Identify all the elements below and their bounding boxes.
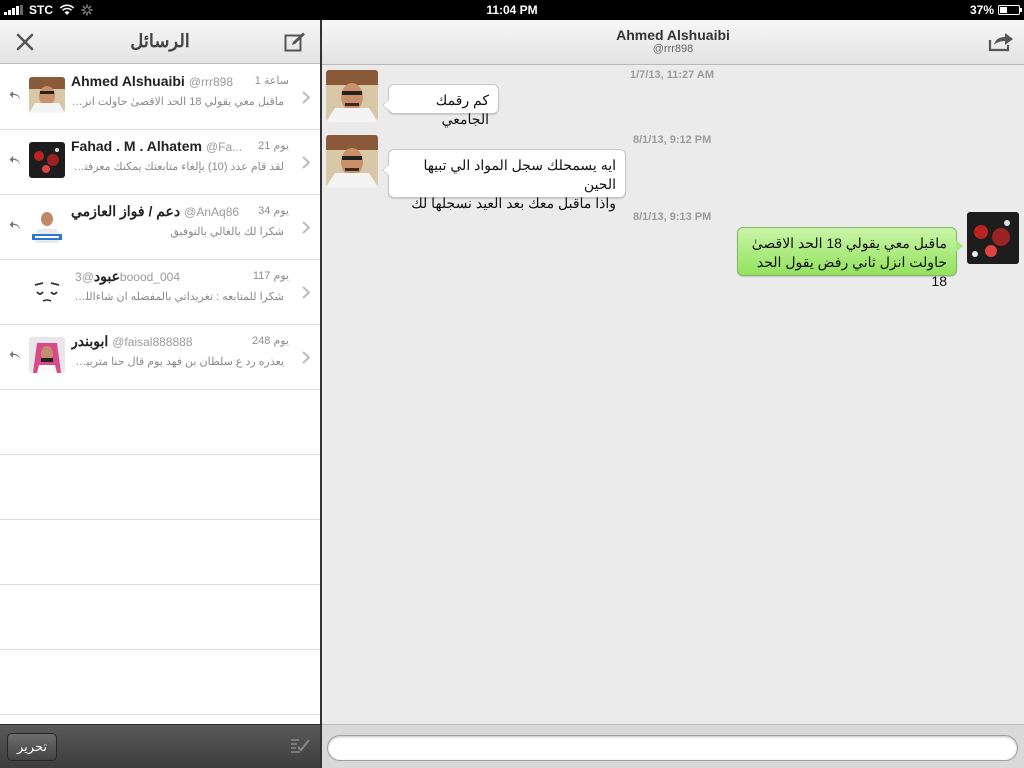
- conversation-snippet: ماقبل معي يقولي 18 الحد الاقصىٰ حاولت ان…: [71, 96, 284, 108]
- chevron-right-icon: [302, 286, 310, 299]
- conversation-time: 248 يوم: [252, 335, 289, 347]
- conversation-title: Ahmed Alshuaibi: [616, 27, 730, 43]
- avatar: [29, 272, 65, 308]
- contact-name: عبود: [93, 268, 120, 284]
- mark-all-read-icon[interactable]: [290, 737, 310, 755]
- chevron-right-icon: [302, 351, 310, 364]
- messages-sidebar: الرسائل Ahmed Alshuaibi @rrr898 1 ساعة ما…: [0, 20, 320, 768]
- message-bubble-incoming[interactable]: ايه يسمحلك سجل المواد الي تبيها الحين وا…: [382, 149, 626, 211]
- battery-fill: [1000, 7, 1007, 13]
- reply-icon: [9, 91, 20, 100]
- compose-bar: [322, 724, 1024, 768]
- contact-handle: @faisal888888: [112, 335, 193, 349]
- reply-icon: [9, 351, 20, 360]
- conversation-snippet: لقد قام عدد (10) بإلغاء متابعتك يمكنك مع…: [71, 161, 284, 173]
- message-timestamp: 1/7/13, 11:27 AM: [630, 69, 714, 81]
- message-bubble-outgoing[interactable]: ماقبل معي يقولي 18 الحد الاقصىٰ حاولت ان…: [737, 227, 963, 289]
- status-time: 11:04 PM: [486, 3, 538, 17]
- sidebar-title: الرسائل: [130, 31, 190, 51]
- message-timestamp: 8/1/13, 9:13 PM: [633, 211, 712, 223]
- avatar: [29, 207, 65, 243]
- reply-icon: [9, 221, 20, 230]
- contact-name: Ahmed Alshuaibi: [71, 73, 185, 89]
- conversation-handle: @rrr898: [652, 43, 694, 55]
- sidebar-header: الرسائل: [0, 20, 320, 64]
- contact-handle: @AnAq86: [184, 205, 240, 219]
- conversation-item[interactable]: دعم / فواز العازمي @AnAq86 34 يوم شكرا لك…: [0, 195, 320, 260]
- conversation-item[interactable]: عبود@3boood_004 117 يوم شكرا للمتابعه : …: [0, 260, 320, 325]
- status-right: 37%: [969, 3, 1022, 17]
- conversation-time: 21 يوم: [258, 140, 289, 152]
- conversation-item[interactable]: ابوبندر @faisal888888 248 يوم يعذره رد ع …: [0, 325, 320, 390]
- sender-avatar[interactable]: [326, 135, 378, 187]
- conversation-header: Ahmed Alshuaibi @rrr898: [322, 20, 1024, 65]
- own-avatar[interactable]: [967, 212, 1019, 264]
- conversation-time: 34 يوم: [258, 205, 289, 217]
- reply-icon: [9, 156, 20, 165]
- empty-row: [0, 390, 320, 455]
- battery-icon: [998, 5, 1022, 15]
- chevron-right-icon: [302, 221, 310, 234]
- contact-handle: @Fa...: [205, 140, 243, 154]
- conversation-time: 117 يوم: [252, 270, 289, 282]
- sidebar-toolbar: تحرير: [0, 724, 320, 768]
- empty-row: [0, 585, 320, 650]
- conversation-time: 1 ساعة: [254, 75, 289, 87]
- chevron-right-icon: [302, 91, 310, 104]
- sender-avatar[interactable]: [326, 70, 378, 122]
- battery-percent: 37%: [969, 3, 994, 17]
- contact-name: دعم / فواز العازمي: [71, 203, 181, 219]
- empty-row: [0, 455, 320, 520]
- conversation-pane: Ahmed Alshuaibi @rrr898 1/7/13, 11:27 AM…: [322, 20, 1024, 768]
- avatar: [29, 337, 65, 373]
- share-icon: [988, 33, 1013, 52]
- conversation-snippet: شكرا للمتابعه : تغريداتي بالمفضله ان شاء…: [71, 291, 284, 303]
- contact-handle: @3boood_004: [75, 270, 180, 284]
- empty-row: [0, 650, 320, 715]
- avatar: [29, 77, 65, 113]
- avatar: [29, 142, 65, 178]
- edit-button[interactable]: تحرير: [7, 733, 57, 761]
- message-timestamp: 8/1/13, 9:12 PM: [633, 134, 712, 146]
- chevron-right-icon: [302, 156, 310, 169]
- status-bar: STC 11:04 PM 37%: [0, 0, 1024, 20]
- conversation-snippet: يعذره رد ع سلطان بن فهد يوم قال حنا مترب…: [71, 356, 284, 368]
- message-thread: 1/7/13, 11:27 AM كم رقمك الجامعي 8/1/13,…: [322, 65, 1024, 724]
- share-button[interactable]: [986, 29, 1016, 55]
- contact-handle: @rrr898: [188, 75, 234, 89]
- contact-name: ابوبندر: [71, 333, 109, 349]
- compose-button[interactable]: [280, 28, 310, 56]
- conversation-list: Ahmed Alshuaibi @rrr898 1 ساعة ماقبل معي …: [0, 65, 320, 715]
- contact-name: Fahad . M . Alhatem: [71, 138, 202, 154]
- conversation-item[interactable]: Ahmed Alshuaibi @rrr898 1 ساعة ماقبل معي …: [0, 65, 320, 130]
- empty-row: [0, 520, 320, 585]
- compose-icon: [284, 32, 305, 52]
- conversation-item[interactable]: Fahad . M . Alhatem @Fa... 21 يوم لقد قام…: [0, 130, 320, 195]
- message-input[interactable]: [327, 735, 1018, 761]
- conversation-snippet: شكرا لك يالغالي بالتوفيق: [170, 226, 284, 238]
- message-bubble-incoming[interactable]: كم رقمك الجامعي: [382, 84, 499, 127]
